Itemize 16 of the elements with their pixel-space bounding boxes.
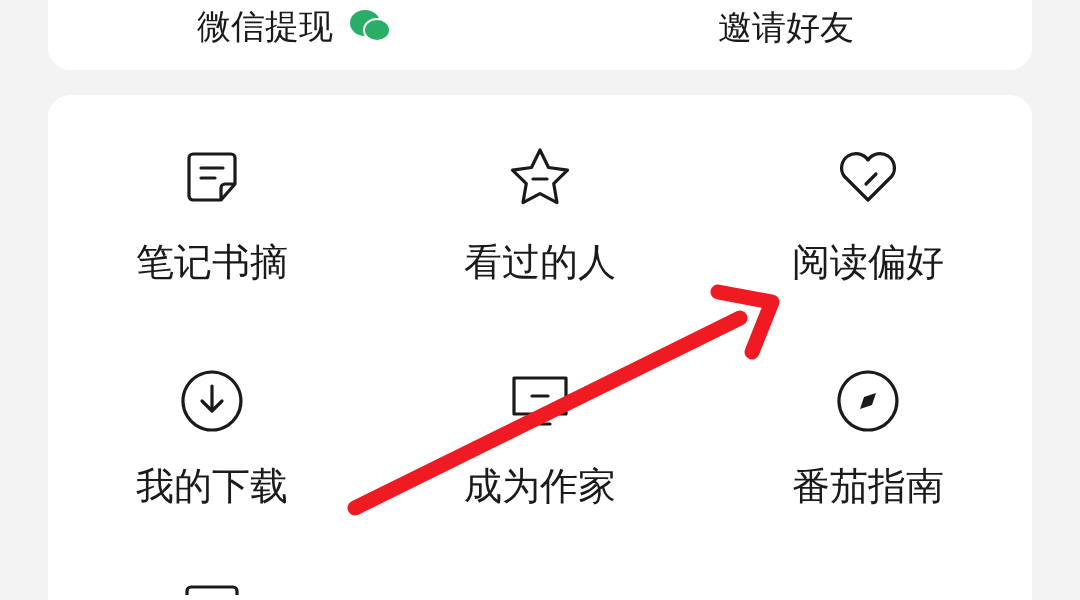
menu-label: 看过的人 [464,243,616,281]
compass-icon [835,368,901,434]
menu-item[interactable]: 阅读偏好 [704,137,1032,361]
menu-item[interactable]: 看过的人 [376,137,704,361]
menu-item[interactable]: 番茄指南 [704,361,1032,585]
download-icon [179,368,245,434]
menu-label: 笔记书摘 [136,243,288,281]
menu-label: 成为作家 [464,467,616,505]
menu-label[interactable]: 微信提现 [197,9,333,43]
menu-label: 我的下载 [136,467,288,505]
menu-item[interactable]: 我的下载 [48,361,376,585]
menu-item[interactable]: 笔记书摘 [48,137,376,361]
menu-label: 番茄指南 [792,467,944,505]
menu-item[interactable]: 成为作家 [376,361,704,585]
menu-label[interactable]: 邀请好友 [718,10,854,44]
menu-label: 阅读偏好 [792,243,944,281]
